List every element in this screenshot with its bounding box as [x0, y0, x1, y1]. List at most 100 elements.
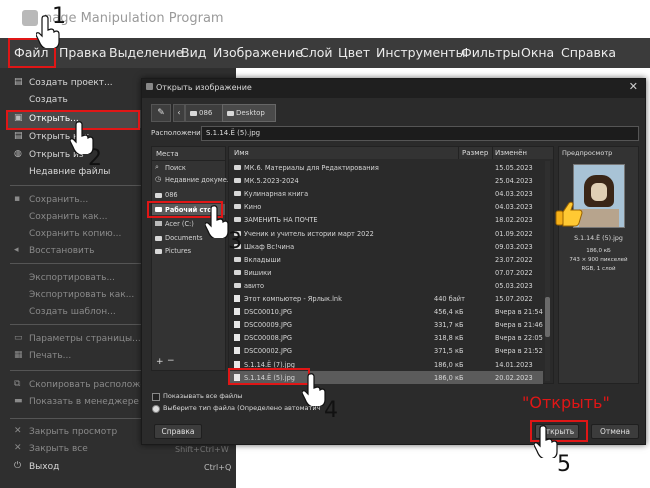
- preview-size: 186,0 кБ: [586, 248, 611, 254]
- file-modified: 01.09.2022: [495, 229, 533, 238]
- scrollbar-track[interactable]: [545, 161, 550, 381]
- file-modified: Вчера в 22:05: [495, 334, 543, 343]
- file-modified: 18.02.2023: [495, 216, 533, 225]
- menu-color[interactable]: Цвет: [338, 45, 370, 60]
- column-size[interactable]: Размер: [462, 149, 488, 157]
- file-row[interactable]: МК.6. Материалы для Редактирования 15.05.…: [229, 161, 543, 174]
- place-recent[interactable]: ◷ Недавние докуме...: [152, 175, 233, 185]
- dog-face: [591, 183, 607, 201]
- file-icon: [234, 360, 240, 368]
- folder-icon: [190, 111, 197, 116]
- highlight-selected-file: [228, 368, 310, 385]
- close-icon: ✕: [14, 426, 22, 436]
- help-button[interactable]: Справка: [154, 424, 202, 439]
- revert-icon: ◂: [14, 245, 19, 255]
- preview-filename: S.1.14.Ё (5).jpg: [574, 235, 623, 242]
- menubar: Файл Правка Выделение Вид Изображение Сл…: [0, 38, 650, 68]
- place-search[interactable]: ⌕ Поиск: [152, 163, 225, 173]
- file-row[interactable]: Шкаф Вс!чина 09.03.2023: [229, 240, 543, 253]
- path-crumb-desktop[interactable]: Desktop: [222, 104, 276, 122]
- file-menu-item-quit[interactable]: Выход: [29, 462, 59, 472]
- file-name: Кино: [244, 203, 262, 212]
- file-type-expander[interactable]: [152, 405, 160, 413]
- preview-panel: Предпросмотр S.1.14.Ё (5).jpg 186,0 кБ 7…: [558, 146, 639, 384]
- file-name: Шкаф Вс!чина: [244, 242, 295, 251]
- file-menu-item-create[interactable]: Создать: [29, 95, 68, 105]
- edit-path-icon[interactable]: ✎: [151, 104, 171, 122]
- menu-edit[interactable]: Правка: [59, 45, 107, 60]
- file-row[interactable]: Вишики 07.07.2022: [229, 266, 543, 279]
- file-name: DSC00008.JPG: [244, 334, 292, 343]
- window-titlebar: nage Manipulation Program: [0, 0, 650, 38]
- file-menu-item-save-as[interactable]: Сохранить как...: [29, 212, 107, 222]
- file-size: 371,5 кБ: [434, 347, 464, 356]
- location-input[interactable]: S.1.14.Ё (5).jpg: [201, 126, 639, 141]
- path-crumb-086[interactable]: 086: [185, 104, 223, 122]
- file-modified: 15.07.2022: [495, 295, 533, 303]
- divider: [492, 147, 493, 159]
- file-menu-item-new-project[interactable]: Создать проект...: [29, 78, 113, 88]
- file-row[interactable]: Ученик и учитель истории март 2022 01.09.…: [229, 227, 543, 240]
- file-row[interactable]: DSC00002.JPG 371,5 кБ Вчера в 21:52: [229, 344, 543, 357]
- file-row[interactable]: МК.5.2023-2024 25.04.2023: [229, 174, 543, 187]
- file-menu-item-revert[interactable]: Восстановить: [29, 246, 94, 256]
- show-all-files-checkbox[interactable]: [152, 393, 160, 401]
- chevron-left-icon[interactable]: ‹: [173, 104, 185, 122]
- file-row[interactable]: DSC00008.JPG 318,8 кБ Вчера в 22:05: [229, 331, 543, 344]
- folder-icon: [234, 191, 241, 197]
- file-row[interactable]: DSC00010.JPG 456,4 кБ Вчера в 21:54: [229, 305, 543, 318]
- menu-tools[interactable]: Инструменты: [376, 45, 465, 60]
- file-menu-item-close-view[interactable]: Закрыть просмотр: [29, 427, 117, 437]
- file-menu-item-save[interactable]: Сохранить...: [29, 195, 88, 205]
- file-row[interactable]: DSC00009.JPG 331,7 кБ Вчера в 21:46: [229, 318, 543, 331]
- file-row[interactable]: Этот компьютер - Ярлык.lnk 440 байт 15.07.…: [229, 292, 543, 305]
- scrollbar-thumb[interactable]: [545, 297, 550, 337]
- dialog-app-icon: [146, 83, 153, 90]
- file-row[interactable]: Вкладыши 23.07.2022: [229, 253, 543, 266]
- file-menu-item-create-template[interactable]: Создать шаблон...: [29, 307, 116, 317]
- file-menu-item-export[interactable]: Экспортировать...: [29, 273, 115, 283]
- cancel-button[interactable]: Отмена: [591, 424, 639, 439]
- shortcut-quit: Ctrl+Q: [204, 463, 232, 472]
- add-place-icon[interactable]: +: [156, 357, 164, 367]
- file-modified: 15.05.2023: [495, 164, 533, 172]
- file-name: Ученик и учитель истории март 2022: [244, 229, 374, 238]
- drive-icon: [155, 221, 162, 226]
- file-name: DSC00002.JPG: [244, 347, 292, 356]
- close-icon[interactable]: ✕: [629, 80, 638, 93]
- menu-view[interactable]: Вид: [181, 45, 206, 60]
- menu-select[interactable]: Выделение: [109, 45, 183, 60]
- file-menu-item-save-copy[interactable]: Сохранить копию...: [29, 229, 121, 239]
- file-row[interactable]: Кулинарная книга 04.03.2023: [229, 187, 543, 200]
- file-menu-item-print[interactable]: Печать...: [29, 351, 71, 361]
- divider: [152, 160, 225, 161]
- file-row[interactable]: авито 05.03.2023: [229, 279, 543, 292]
- file-name: DSC00009.JPG: [244, 321, 292, 330]
- place-pictures[interactable]: Pictures: [152, 246, 225, 256]
- menu-image[interactable]: Изображение: [213, 45, 303, 60]
- column-modified[interactable]: Изменён: [495, 149, 527, 157]
- file-type-selector[interactable]: Выберите тип файла (Определено автоматич: [163, 404, 320, 412]
- menu-layer[interactable]: Слой: [300, 45, 333, 60]
- preview-dims: 743 × 900 пикселей: [569, 257, 628, 263]
- file-menu-item-close-all[interactable]: Закрыть все: [29, 444, 88, 454]
- preview-header: Предпросмотр: [562, 149, 613, 157]
- remove-place-icon[interactable]: −: [167, 356, 175, 366]
- menu-help[interactable]: Справка: [561, 45, 616, 60]
- file-size: 331,7 кБ: [434, 321, 464, 330]
- file-row[interactable]: ЗАМЕНИТЬ НА ПОЧТЕ 18.02.2023: [229, 213, 543, 226]
- file-name: МК.5.2023-2024: [244, 177, 299, 186]
- globe-icon: ◍: [14, 149, 22, 159]
- column-name[interactable]: Имя: [234, 149, 249, 157]
- file-menu-item-export-as[interactable]: Экспортировать как...: [29, 290, 134, 300]
- file-name: авито: [244, 281, 265, 290]
- step-badge-5: 5: [557, 452, 571, 477]
- file-menu-item-page-setup[interactable]: Параметры страницы...: [29, 334, 141, 344]
- file-name: ЗАМЕНИТЬ НА ПОЧТЕ: [244, 216, 318, 225]
- menu-filters[interactable]: Фильтры: [461, 45, 520, 60]
- menu-windows[interactable]: Окна: [521, 45, 554, 60]
- place-086[interactable]: 086: [152, 190, 225, 200]
- file-size: 456,4 кБ: [434, 308, 464, 317]
- preview-mode: RGB, 1 слой: [581, 266, 616, 272]
- file-row[interactable]: Кино 04.03.2023: [229, 200, 543, 213]
